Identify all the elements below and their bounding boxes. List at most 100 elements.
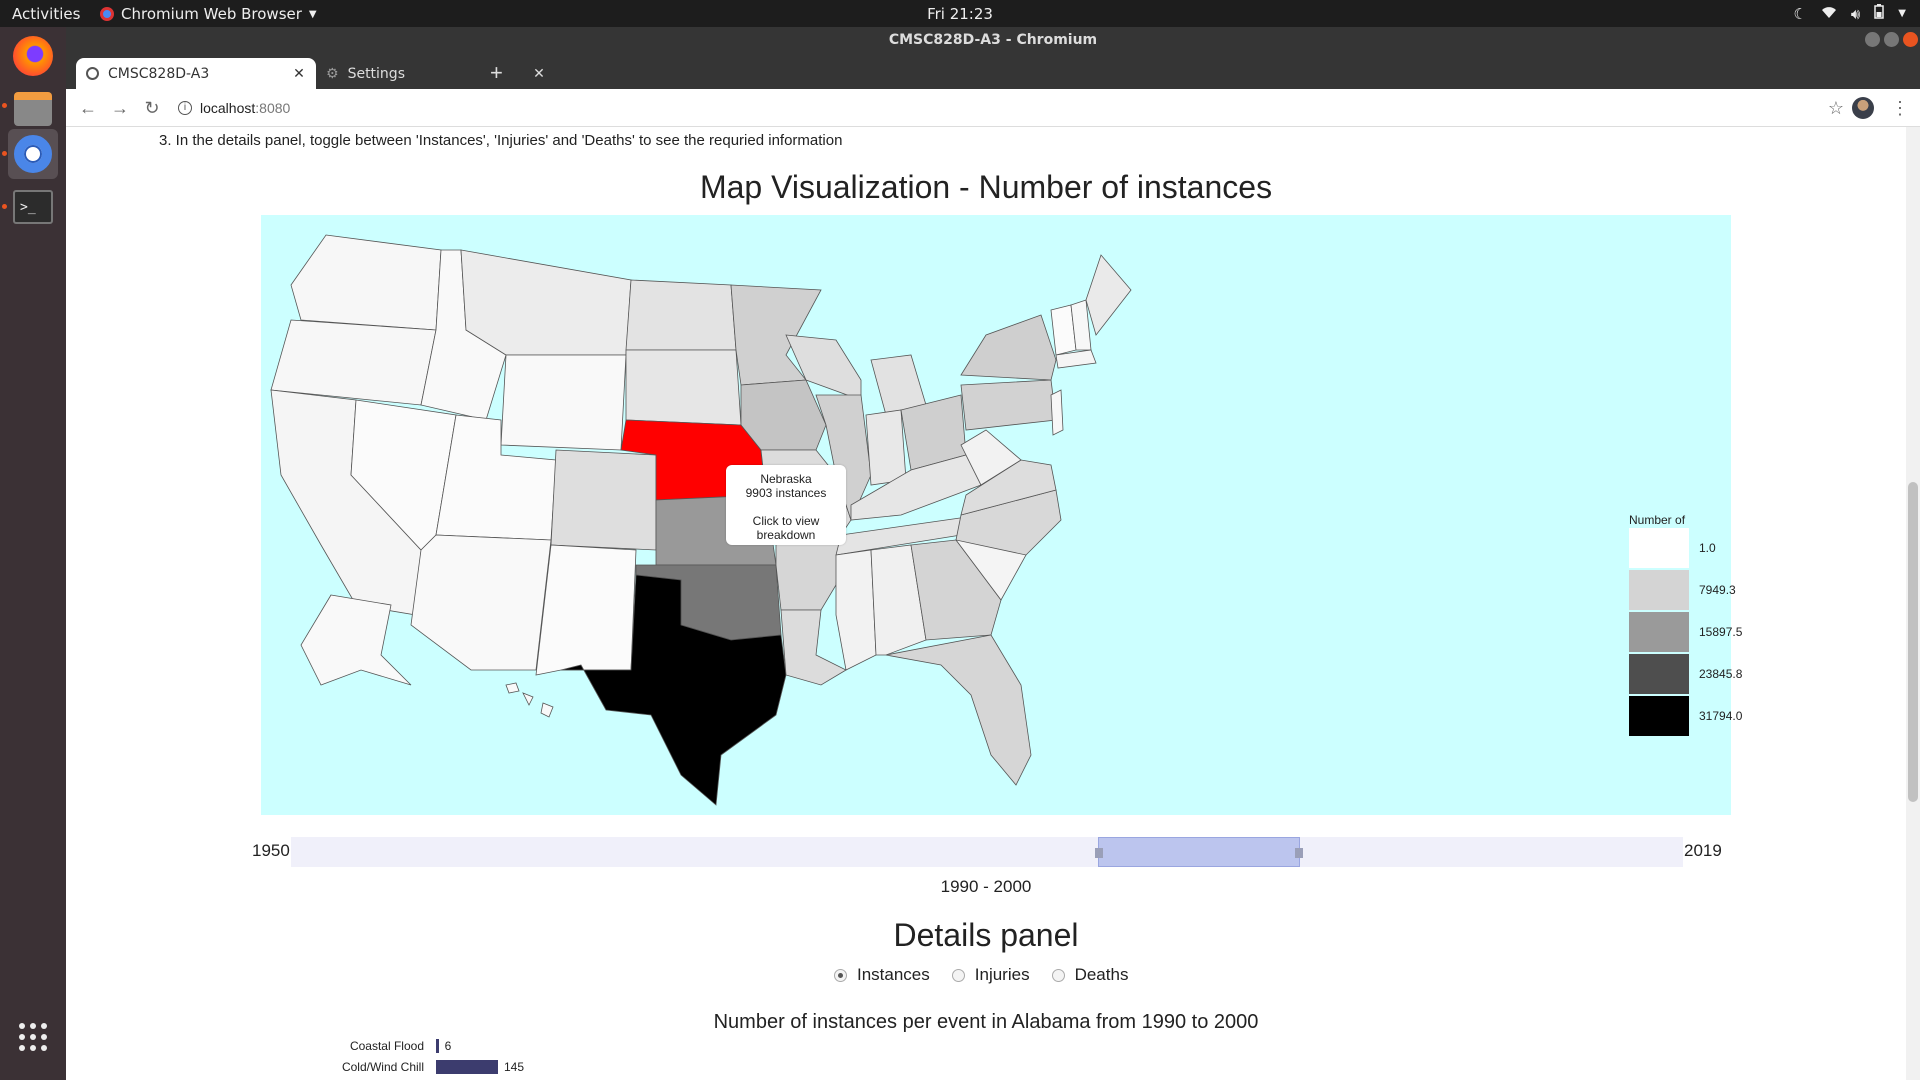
state-mississippi bbox=[835, 549, 877, 671]
avatar[interactable] bbox=[1852, 97, 1874, 119]
tab-cmsc828d[interactable]: CMSC828D-A3 ✕ bbox=[76, 58, 316, 89]
forward-arrow-icon[interactable]: → bbox=[108, 96, 132, 120]
firefox-icon bbox=[13, 36, 53, 76]
state-louisiana bbox=[780, 609, 847, 686]
event-bar-chart: Coastal Flood 6 Cold/Wind Chill 145 bbox=[266, 1037, 966, 1080]
state-oregon bbox=[270, 319, 437, 406]
tab-title: CMSC828D-A3 bbox=[108, 65, 210, 82]
window-title-bar: CMSC828D-A3 - Chromium bbox=[66, 27, 1920, 53]
firefox-launcher[interactable] bbox=[8, 31, 58, 81]
chromium-icon bbox=[100, 7, 114, 21]
legend-label: 23845.8 bbox=[1699, 667, 1743, 681]
chevron-down-icon: ▼ bbox=[308, 8, 317, 20]
tooltip-count: 9903 instances bbox=[745, 486, 827, 500]
state-north-dakota bbox=[625, 279, 737, 351]
back-arrow-icon[interactable]: ← bbox=[76, 96, 100, 120]
radio-button[interactable] bbox=[834, 968, 847, 982]
tooltip-state: Nebraska bbox=[760, 472, 812, 486]
state-new-jersey bbox=[1050, 389, 1064, 436]
state-south-dakota bbox=[625, 349, 742, 426]
bar-category: Coastal Flood bbox=[349, 1039, 424, 1053]
legend-item: 1.0 bbox=[1629, 528, 1716, 568]
state-pennsylvania bbox=[960, 379, 1057, 431]
bar[interactable] bbox=[436, 1039, 439, 1053]
system-tray[interactable]: ☾ 🔊︎ ▼ bbox=[1793, 4, 1906, 23]
state-florida bbox=[885, 634, 1032, 786]
state-montana bbox=[460, 249, 632, 356]
state-arizona bbox=[410, 534, 552, 671]
legend-swatch bbox=[1629, 654, 1689, 694]
slider-track[interactable] bbox=[291, 837, 1683, 867]
night-light-icon: ☾ bbox=[1793, 4, 1807, 23]
chromium-launcher[interactable] bbox=[2, 129, 58, 179]
battery-icon bbox=[1874, 4, 1885, 23]
bar[interactable] bbox=[436, 1060, 498, 1074]
legend-label: 1.0 bbox=[1699, 541, 1716, 555]
maximize-button[interactable] bbox=[1884, 32, 1899, 47]
metric-radio-group: Instances Injuries Deaths bbox=[834, 965, 1128, 985]
show-applications-button[interactable] bbox=[8, 1012, 58, 1062]
address-bar[interactable]: i localhost:8080 bbox=[178, 94, 1858, 122]
page-scrollbar[interactable] bbox=[1906, 127, 1920, 1080]
new-tab-button[interactable]: + bbox=[490, 60, 503, 86]
legend-swatch bbox=[1629, 528, 1689, 568]
terminal-icon: >_ bbox=[13, 190, 53, 224]
terminal-launcher[interactable]: >_ bbox=[2, 182, 58, 232]
state-new-york bbox=[960, 314, 1057, 381]
bar-row: Coastal Flood 6 bbox=[266, 1037, 451, 1055]
close-window-button[interactable] bbox=[1903, 32, 1918, 47]
window-title: CMSC828D-A3 - Chromium bbox=[888, 32, 1098, 48]
slider-min-label: 1950 bbox=[252, 841, 290, 860]
legend-label: 31794.0 bbox=[1699, 709, 1743, 723]
state-colorado bbox=[550, 449, 657, 551]
radio-button[interactable] bbox=[1051, 968, 1065, 982]
url-port: :8080 bbox=[255, 100, 291, 116]
close-tab-icon[interactable]: ✕ bbox=[288, 66, 310, 82]
app-menu-label: Chromium Web Browser bbox=[121, 5, 302, 23]
files-icon bbox=[14, 92, 52, 126]
state-iowa bbox=[740, 379, 827, 451]
app-menu[interactable]: Chromium Web Browser ▼ bbox=[100, 5, 317, 23]
legend-item: 31794.0 bbox=[1629, 696, 1742, 736]
chevron-down-icon: ▼ bbox=[1898, 8, 1906, 19]
dock: >_ bbox=[0, 27, 66, 1080]
minimize-button[interactable] bbox=[1865, 32, 1880, 47]
map-title: Map Visualization - Number of instances bbox=[699, 169, 1273, 205]
bar-chart-title: Number of instances per event in Alabama… bbox=[713, 1011, 1259, 1033]
map-svg[interactable] bbox=[261, 215, 1731, 815]
radio-deaths[interactable]: Deaths bbox=[1051, 965, 1128, 985]
legend-swatch bbox=[1629, 570, 1689, 610]
tooltip-hint: Click to view breakdown bbox=[752, 514, 820, 542]
state-wyoming bbox=[500, 354, 627, 451]
activities-button[interactable]: Activities bbox=[12, 5, 80, 23]
slider-handle-left[interactable] bbox=[1094, 848, 1103, 858]
files-launcher[interactable] bbox=[2, 84, 58, 134]
map-legend: Number of instances 1.0 7949.3 15897.5 2… bbox=[1629, 513, 1742, 736]
slider-selected-range[interactable] bbox=[1094, 837, 1303, 867]
url-host: localhost bbox=[200, 100, 256, 116]
slider-handle-right[interactable] bbox=[1294, 848, 1303, 858]
menu-kebab-icon[interactable]: ⋮ bbox=[1888, 96, 1912, 120]
bookmark-star-icon[interactable]: ☆ bbox=[1824, 96, 1848, 120]
info-icon: i bbox=[178, 101, 192, 115]
map-tooltip: Nebraska 9903 instances Click to view br… bbox=[726, 465, 846, 545]
clock[interactable]: Fri 21:23 bbox=[927, 5, 993, 23]
scrollbar-thumb[interactable] bbox=[1908, 482, 1918, 802]
chromium-icon bbox=[14, 135, 52, 173]
year-range-slider[interactable]: 1950 2019 bbox=[66, 837, 1906, 867]
radio-button[interactable] bbox=[951, 968, 965, 982]
selected-range-label: 1990 - 2000 bbox=[940, 877, 1032, 896]
radio-instances[interactable]: Instances bbox=[834, 965, 930, 985]
tab-settings[interactable]: ⚙ Settings ✕ bbox=[316, 58, 556, 89]
close-tab-icon[interactable]: ✕ bbox=[528, 66, 550, 82]
legend-item: 15897.5 bbox=[1629, 612, 1742, 652]
us-map[interactable]: Number of instances 1.0 7949.3 15897.5 2… bbox=[261, 215, 1742, 815]
legend-item: 7949.3 bbox=[1629, 570, 1736, 610]
bar-value: 6 bbox=[444, 1039, 452, 1053]
volume-icon: 🔊︎ bbox=[1850, 4, 1861, 23]
state-new-mexico bbox=[535, 544, 637, 676]
legend-label: 7949.3 bbox=[1699, 583, 1736, 597]
reload-icon[interactable]: ↻ bbox=[140, 96, 164, 120]
radio-injuries[interactable]: Injuries bbox=[951, 965, 1030, 985]
radio-label: Instances bbox=[857, 965, 930, 984]
